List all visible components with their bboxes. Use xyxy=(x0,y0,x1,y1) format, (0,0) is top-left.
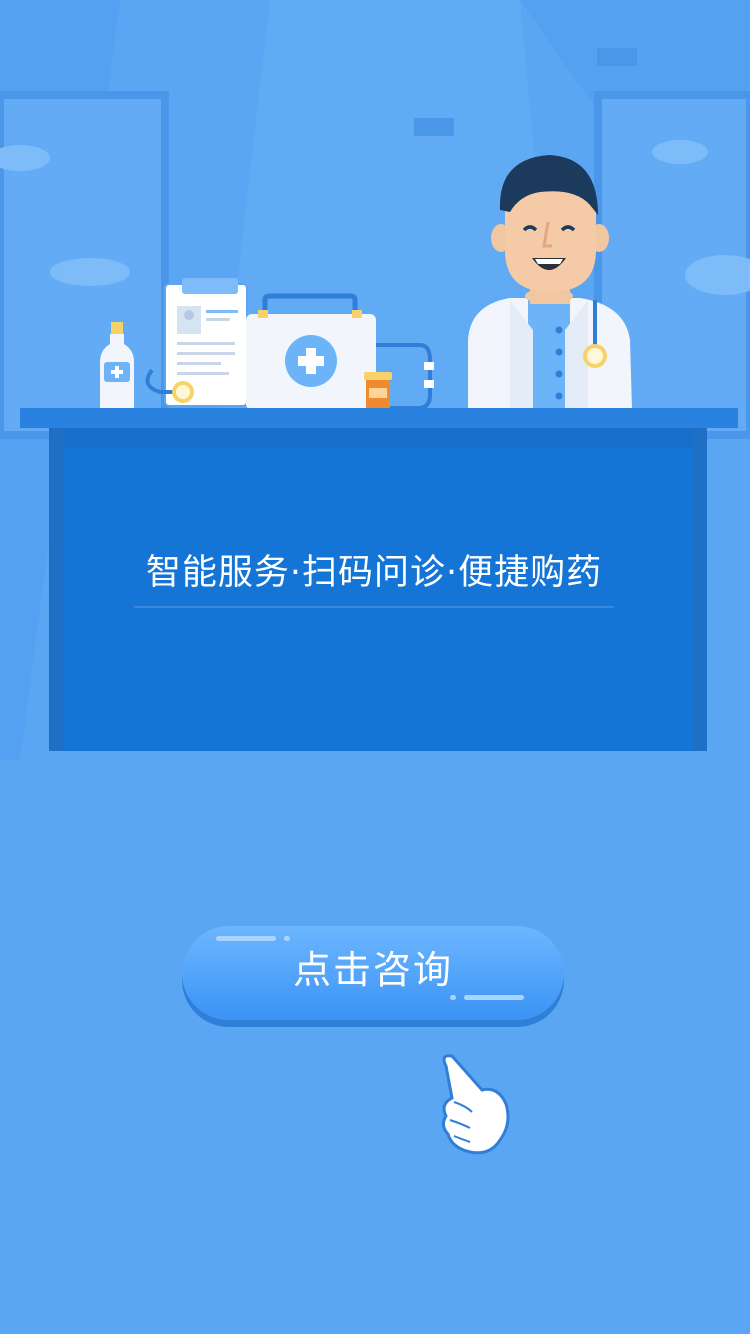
consult-button[interactable]: 点击咨询 xyxy=(182,926,564,1020)
consult-button-label: 点击咨询 xyxy=(292,948,453,992)
service-headline: 智能服务·扫码问诊·便捷购药 xyxy=(145,553,603,593)
background-illustration xyxy=(0,0,750,1334)
headline-divider xyxy=(134,606,614,608)
pill-bottle-icon xyxy=(364,372,392,410)
